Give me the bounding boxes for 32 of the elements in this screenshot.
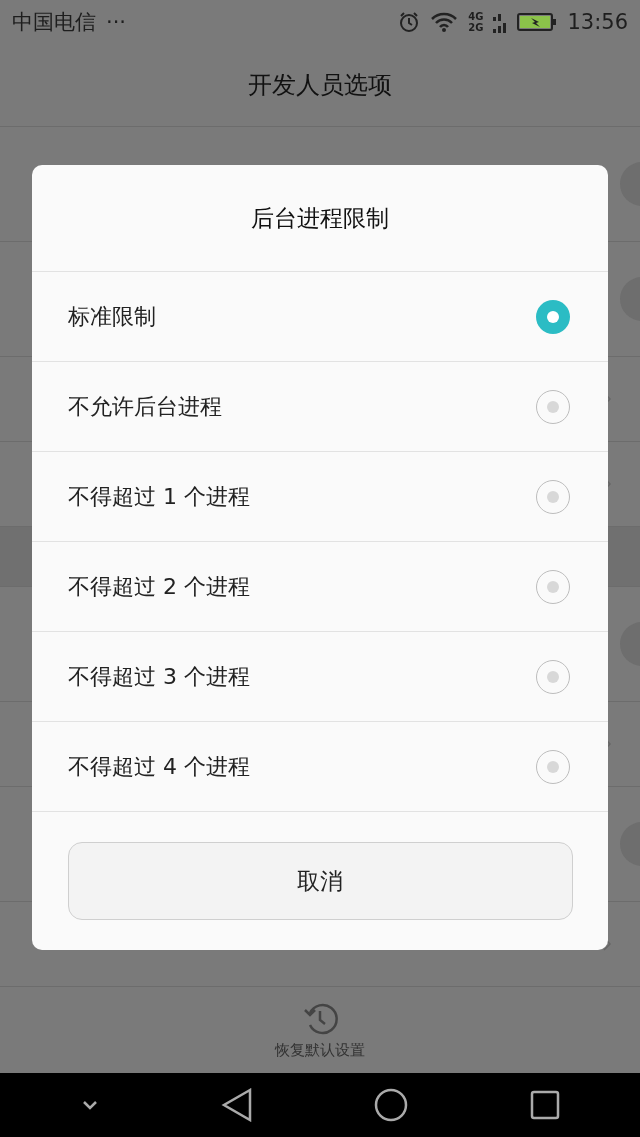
option-row[interactable]: 不得超过 1 个进程: [32, 452, 608, 542]
dialog-title: 后台进程限制: [251, 203, 389, 233]
alarm-icon: [398, 10, 421, 33]
radio-button[interactable]: [536, 659, 570, 694]
cancel-button[interactable]: 取消: [67, 842, 573, 920]
radio-button[interactable]: [536, 389, 570, 424]
home-icon[interactable]: [373, 1086, 410, 1123]
option-label: 不得超过 4 个进程: [68, 752, 250, 781]
wifi-icon: [430, 10, 459, 33]
radio-button[interactable]: [536, 479, 570, 514]
option-row[interactable]: 不允许后台进程: [32, 362, 608, 452]
option-label: 不允许后台进程: [68, 392, 222, 421]
battery-icon: [517, 11, 558, 32]
option-label: 不得超过 1 个进程: [68, 482, 250, 511]
back-icon[interactable]: [220, 1087, 253, 1122]
radio-button[interactable]: [536, 569, 570, 604]
recents-icon[interactable]: [529, 1089, 560, 1120]
network-type: 4G: [468, 10, 484, 22]
page-title: 开发人员选项: [248, 69, 392, 101]
option-row[interactable]: 不得超过 3 个进程: [32, 632, 608, 722]
option-row[interactable]: 不得超过 2 个进程: [32, 542, 608, 632]
network-type: 2G: [468, 21, 484, 33]
option-label: 标准限制: [68, 302, 156, 331]
more-indicator: ···: [106, 9, 127, 34]
option-row[interactable]: 标准限制: [32, 272, 608, 362]
clock-time: 13:56: [567, 9, 628, 34]
option-label: 不得超过 2 个进程: [68, 572, 250, 601]
option-label: 不得超过 3 个进程: [68, 662, 250, 691]
radio-button[interactable]: [536, 749, 570, 784]
radio-button[interactable]: [536, 299, 570, 334]
carrier-name: 中国电信: [12, 8, 96, 36]
option-row[interactable]: 不得超过 4 个进程: [32, 722, 608, 812]
